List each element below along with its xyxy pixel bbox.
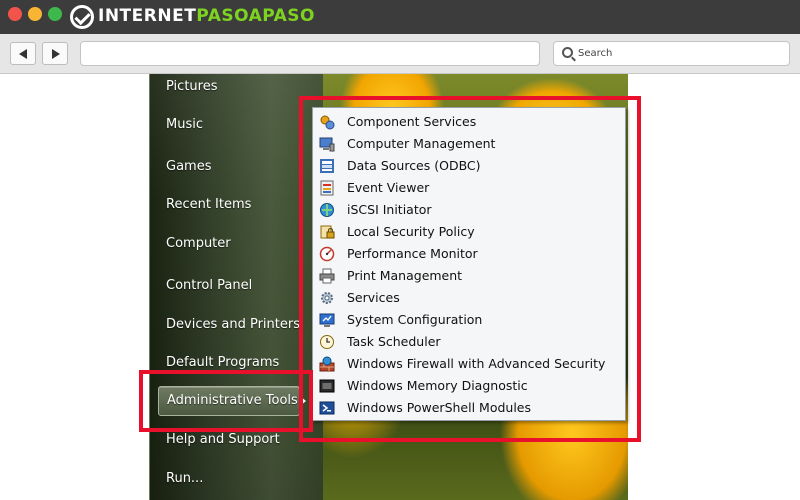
menu-item-label: Event Viewer [347,180,430,195]
menu-item-memory-diagnostic[interactable]: Windows Memory Diagnostic [317,375,623,397]
start-item-games[interactable]: Games [166,159,211,174]
menu-item-performance-monitor[interactable]: Performance Monitor [317,243,623,265]
site-logo: INTERNETPASOAPASO [98,6,315,26]
start-item-computer[interactable]: Computer [166,236,231,251]
forward-arrow-icon [52,49,60,59]
menu-item-label: iSCSI Initiator [347,202,432,217]
performance-monitor-icon [319,246,335,262]
menu-item-label: Print Management [347,268,463,283]
computer-management-icon [319,137,335,152]
component-services-icon [320,115,335,130]
menu-item-system-configuration[interactable]: System Configuration [317,309,623,331]
search-box[interactable] [553,41,790,66]
checkmark-logo-icon [70,5,94,29]
menu-item-print-management[interactable]: Print Management [317,265,623,287]
menu-item-powershell-modules[interactable]: Windows PowerShell Modules [317,397,623,419]
start-item-help-and-support[interactable]: Help and Support [166,432,280,447]
address-bar[interactable] [80,41,540,66]
start-item-devices-and-printers[interactable]: Devices and Printers [166,317,300,332]
system-configuration-icon [319,313,335,327]
menu-item-computer-management[interactable]: Computer Management [317,133,623,155]
close-window-button[interactable] [8,7,22,21]
menu-item-local-security-policy[interactable]: Local Security Policy [317,221,623,243]
administrative-tools-submenu: Component Services Computer Management D… [312,107,626,421]
start-item-run[interactable]: Run... [166,471,203,486]
data-sources-icon [320,159,334,173]
menu-item-event-viewer[interactable]: Event Viewer [317,177,623,199]
menu-item-iscsi-initiator[interactable]: iSCSI Initiator [317,199,623,221]
task-scheduler-icon [320,335,334,349]
start-item-pictures[interactable]: Pictures [166,79,217,94]
start-item-control-panel[interactable]: Control Panel [166,278,252,293]
menu-item-component-services[interactable]: Component Services [317,111,623,133]
menu-item-services[interactable]: Services [317,287,623,309]
local-security-policy-icon [320,225,335,239]
browser-titlebar: INTERNETPASOAPASO [0,0,800,34]
firewall-icon [319,356,335,372]
start-item-default-programs[interactable]: Default Programs [166,355,279,370]
menu-item-label: Component Services [347,114,477,129]
menu-item-label: Windows Memory Diagnostic [347,378,528,393]
start-item-recent-items[interactable]: Recent Items [166,197,251,212]
back-button[interactable] [10,42,36,65]
menu-item-label: Services [347,290,400,305]
menu-item-label: Performance Monitor [347,246,478,261]
minimize-window-button[interactable] [28,7,42,21]
menu-item-data-sources[interactable]: Data Sources (ODBC) [317,155,623,177]
search-icon [562,47,573,58]
menu-item-label: Windows PowerShell Modules [347,400,531,415]
services-icon [321,292,333,304]
maximize-window-button[interactable] [48,7,62,21]
powershell-icon [319,401,335,415]
menu-item-task-scheduler[interactable]: Task Scheduler [317,331,623,353]
print-management-icon [319,268,335,284]
menu-item-label: System Configuration [347,312,483,327]
logo-text-primary: INTERNET [98,6,197,26]
start-item-music[interactable]: Music [166,117,203,132]
submenu-arrow-icon [300,396,306,406]
iscsi-initiator-icon [320,203,334,217]
menu-item-label: Computer Management [347,136,496,151]
search-input[interactable] [578,45,778,62]
memory-diagnostic-icon [319,379,335,393]
menu-item-label: Task Scheduler [347,334,441,349]
menu-item-windows-firewall[interactable]: Windows Firewall with Advanced Security [317,353,623,375]
menu-item-label: Local Security Policy [347,224,475,239]
screenshot-area: Pictures Music Games Recent Items Comput… [0,74,800,500]
menu-item-label: Windows Firewall with Advanced Security [347,356,606,371]
forward-button[interactable] [42,42,68,65]
browser-toolbar [0,34,800,74]
back-arrow-icon [19,49,27,59]
event-viewer-icon [320,180,334,196]
logo-text-secondary: PASOAPASO [196,6,315,26]
start-menu-right-pane: Pictures Music Games Recent Items Comput… [149,74,323,500]
menu-item-label: Data Sources (ODBC) [347,158,481,173]
start-item-administrative-tools[interactable]: Administrative Tools [158,386,300,416]
